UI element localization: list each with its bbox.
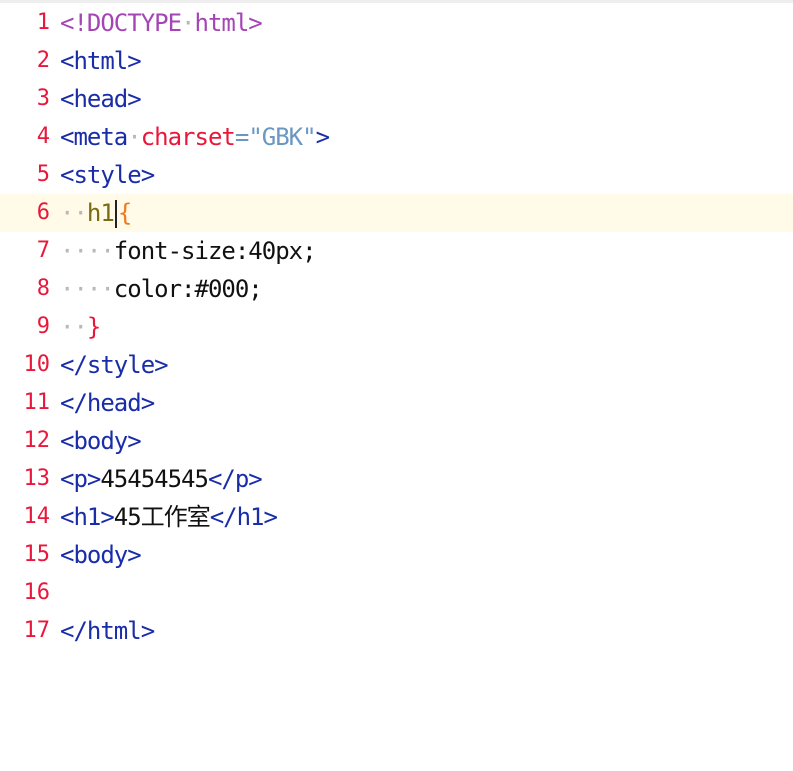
whitespace-marker: ···· [60,237,115,265]
tag-token: <html> [60,47,142,75]
equals-token: = [234,123,249,151]
code-line-current[interactable]: 6 ··h1{ [0,194,793,232]
code-line[interactable]: 15 <body> [0,536,793,574]
line-number: 1 [36,10,50,35]
line-content: <meta·charset="GBK"> [60,118,330,156]
code-line[interactable]: 8 ····color:#000; [0,270,793,308]
line-number: 13 [23,466,51,491]
line-number: 11 [23,390,51,415]
tag-token: <head> [60,85,142,113]
text-token: 45工作室 [113,503,211,531]
tag-token: > [315,123,330,151]
line-number: 9 [36,314,50,339]
line-number: 4 [36,124,50,149]
selector-token: h1 [86,199,115,227]
tag-token: </style> [60,351,169,379]
code-line[interactable]: 12 <body> [0,422,793,460]
line-number: 12 [23,428,51,453]
tag-token: <body> [60,427,142,455]
doctype-token: <!DOCTYPE [60,9,182,37]
whitespace-marker: · [127,123,141,151]
line-content: <style> [60,156,155,194]
property-token: color:#000; [113,275,263,303]
line-content: </html> [60,612,155,650]
line-content: <h1>45工作室</h1> [60,498,278,536]
line-content: <p>45454545</p> [60,460,263,498]
tag-token: <body> [60,541,142,569]
code-lines: 1 <!DOCTYPE·html> 2 <html> 3 <head> 4 <m… [0,4,793,650]
whitespace-marker: ·· [60,199,88,227]
line-number: 17 [23,618,51,643]
line-number: 15 [23,542,51,567]
editor-top-border [0,0,793,3]
brace-token: } [86,313,101,341]
code-line[interactable]: 4 <meta·charset="GBK"> [0,118,793,156]
code-line[interactable]: 14 <h1>45工作室</h1> [0,498,793,536]
property-token: font-size:40px; [113,237,317,265]
line-number: 6 [36,200,50,225]
code-line[interactable]: 2 <html> [0,42,793,80]
code-editor[interactable]: 1 <!DOCTYPE·html> 2 <html> 3 <head> 4 <m… [0,0,793,771]
code-line[interactable]: 1 <!DOCTYPE·html> [0,4,793,42]
whitespace-marker: ···· [60,275,115,303]
tag-token: <p> [60,465,101,493]
string-token: "GBK" [248,123,316,151]
code-line[interactable]: 16 [0,574,793,612]
brace-token: { [117,199,132,227]
code-line[interactable]: 5 <style> [0,156,793,194]
code-line[interactable]: 17 </html> [0,612,793,650]
line-content: </style> [60,346,169,384]
code-line[interactable]: 13 <p>45454545</p> [0,460,793,498]
line-number: 5 [36,162,50,187]
whitespace-marker: ·· [60,313,88,341]
doctype-token: html> [194,9,263,37]
line-content: <body> [60,536,142,574]
tag-token: </h1> [209,503,278,531]
line-content: <!DOCTYPE·html> [60,4,263,42]
tag-token: <h1> [60,503,115,531]
code-line[interactable]: 7 ····font-size:40px; [0,232,793,270]
attribute-token: charset [140,123,236,151]
line-content: </head> [60,384,155,422]
line-number: 3 [36,86,50,111]
line-content: ··} [60,308,101,346]
tag-token: </p> [207,465,263,493]
line-content: ··h1{ [60,194,132,232]
code-line[interactable]: 11 </head> [0,384,793,422]
line-number: 10 [23,352,51,377]
code-line[interactable]: 10 </style> [0,346,793,384]
code-line[interactable]: 9 ··} [0,308,793,346]
code-line[interactable]: 3 <head> [0,80,793,118]
text-token: 45454545 [100,465,209,493]
tag-token: </html> [60,617,155,645]
line-content: <head> [60,80,142,118]
line-content: <html> [60,42,142,80]
line-number: 2 [36,48,50,73]
line-content: <body> [60,422,142,460]
line-number: 14 [23,504,51,529]
line-content: ····font-size:40px; [60,232,317,270]
tag-token: <meta [60,123,128,151]
line-number: 7 [36,238,50,263]
line-content: ····color:#000; [60,270,263,308]
tag-token: <style> [60,161,155,189]
line-number: 16 [23,580,51,605]
line-number: 8 [36,276,50,301]
whitespace-marker: · [181,9,195,37]
tag-token: </head> [60,389,155,417]
text-caret [114,200,117,228]
